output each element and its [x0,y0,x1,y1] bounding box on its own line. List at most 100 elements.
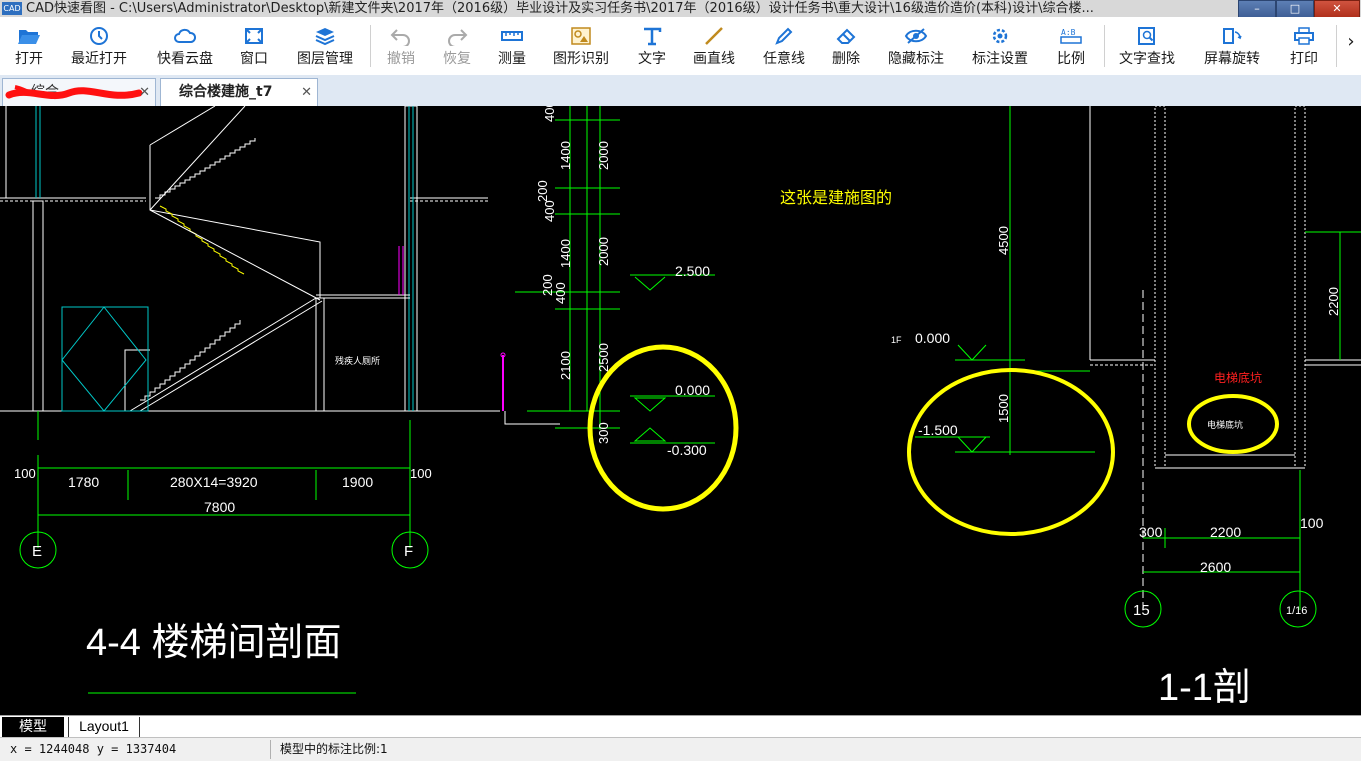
axis-label: E [32,543,42,560]
maximize-button[interactable]: □ [1276,0,1314,18]
axis-label: F [404,543,413,560]
floor-label: 1F [891,335,902,345]
tab-layout1[interactable]: Layout1 [68,717,140,738]
toolbar-annotation-settings-button[interactable]: 标注设置 [966,17,1034,75]
toolbar-hide-annotation-button[interactable]: 隐藏标注 [882,17,950,75]
elevation-text: -0.300 [667,442,707,458]
tab-first-document[interactable]: 综合... ✕ [2,78,156,106]
toolbar-label: 隐藏标注 [888,51,944,67]
annotation-scale-text: 模型中的标注比例:1 [280,742,388,756]
find-text-icon [1138,27,1155,45]
toolbar-label: 比例 [1057,51,1085,67]
tab-model[interactable]: 模型 [2,717,64,737]
dim-text: 2200 [1326,287,1341,316]
toolbar-undo-button[interactable]: 撤销 [378,17,424,75]
dim-text: 400 [542,200,557,222]
toolbar-rotate-screen-button[interactable]: 屏幕旋转 [1196,17,1268,75]
elevation-text: -1.500 [918,422,958,438]
dim-text: 2200 [1210,524,1241,540]
toolbar-divider [1336,25,1337,67]
toolbar-open-button[interactable]: 打开 [2,17,56,75]
toolbar-label: 任意线 [763,51,805,67]
text-icon [644,27,662,46]
toolbar-label: 删除 [832,51,860,67]
toolbar-cloud-button[interactable]: 快看云盘 [150,17,220,75]
dim-text: 2000 [596,237,611,266]
toolbar-shape-recognition-button[interactable]: 图形识别 [546,17,616,75]
cad-drawing[interactable]: 残疾人厕所 100 1780 280X14=3920 1900 100 7800… [0,106,1361,715]
dim-text: 1500 [996,394,1011,423]
eye-icon [904,28,928,44]
dim-text: 1400 [558,239,573,268]
toolbar-window-button[interactable]: 窗口 [232,17,276,75]
toolbar-label: 屏幕旋转 [1204,51,1260,67]
minimize-button[interactable]: – [1238,0,1276,18]
dim-text: 300 [1139,524,1163,540]
tab-active-document[interactable]: 综合楼建施_t7 ✕ [160,78,318,106]
elevation-text: 0.000 [915,330,950,346]
pen-icon [775,27,793,45]
stair-section-title: 4-4 楼梯间剖面 [86,622,341,664]
rotate-icon [1223,28,1242,44]
toolbar-recent-button[interactable]: 最近打开 [64,17,134,75]
window-icon [245,28,263,44]
dim-text: 1900 [342,474,373,490]
close-window-button[interactable]: ✕ [1314,0,1360,18]
toolbar-text-button[interactable]: 文字 [630,17,674,75]
dim-text: 4500 [996,226,1011,255]
dim-text: 100 [410,466,432,481]
toolbar-scale-button[interactable]: A:B 比例 [1048,17,1094,75]
toolbar-freehand-button[interactable]: 任意线 [756,17,812,75]
toolbar-label: 文字 [638,51,666,67]
elevation-text: 2.500 [675,263,710,279]
toolbar-label: 测量 [498,51,526,67]
layers-icon [315,28,335,46]
history-icon [90,27,108,45]
printer-icon [1294,27,1314,45]
drawing-canvas[interactable]: 残疾人厕所 100 1780 280X14=3920 1900 100 7800… [0,106,1361,715]
cloud-icon [174,28,197,43]
toolbar-label: 打开 [15,51,43,67]
toolbar-more-button[interactable]: › [1342,17,1360,75]
dim-text: 200 [535,180,550,202]
line-icon [705,27,723,45]
dim-text: 2000 [596,141,611,170]
dim-text: 2600 [1200,559,1231,575]
toolbar-draw-line-button[interactable]: 画直线 [686,17,742,75]
dim-text: 100 [1300,515,1324,531]
toolbar-label: 文字查找 [1119,51,1175,67]
document-tab-bar: 综合... ✕ 综合楼建施_t7 ✕ [0,75,1361,107]
toolbar-measure-button[interactable]: 测量 [490,17,534,75]
app-logo-icon: CAD [2,2,22,15]
folder-open-icon [18,30,40,44]
close-tab-icon[interactable]: ✕ [301,79,312,106]
toolbar-print-button[interactable]: 打印 [1282,17,1326,75]
toolbar-redo-button[interactable]: 恢复 [434,17,480,75]
redo-icon [448,29,468,46]
layout-tab-bar: 模型 Layout1 [0,715,1361,738]
dim-text: 1400 [558,141,573,170]
toolbar-label: 恢复 [443,51,471,67]
toolbar-find-text-button[interactable]: 文字查找 [1112,17,1182,75]
red-scribble-redaction [5,85,143,100]
toolbar-label: 画直线 [693,51,735,67]
section-title: 1-1剖 [1158,667,1251,709]
dim-text: 400 [553,282,568,304]
dim-text: 2100 [558,351,573,380]
pit-label: 电梯底坑 [1207,419,1243,430]
status-divider [270,740,271,759]
shape-recognition-icon [571,27,591,45]
toolbar-divider [1104,25,1105,67]
toolbar-label: 快看云盘 [157,51,213,67]
toolbar-label: 标注设置 [972,51,1028,67]
dim-text: 1780 [68,474,99,490]
toolbar-divider [370,25,371,67]
axis-label: 1/16 [1286,605,1307,617]
toolbar-delete-button[interactable]: 删除 [824,17,868,75]
pit-label-red: 电梯底坑 [1214,370,1262,385]
svg-text:A:B: A:B [1061,28,1076,37]
chevron-right-icon: › [1347,31,1355,52]
toolbar-layers-button[interactable]: 图层管理 [292,17,358,75]
elevation-text: 0.000 [675,382,710,398]
close-tab-icon[interactable]: ✕ [139,79,150,106]
